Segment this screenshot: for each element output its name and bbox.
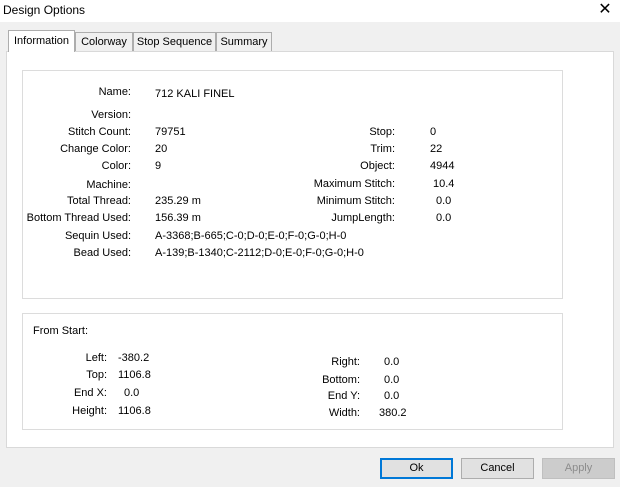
end-x-label: End X: bbox=[73, 387, 107, 399]
window-title: Design Options bbox=[3, 3, 86, 17]
top-value: 1106.8 bbox=[118, 369, 151, 381]
right-label: Right: bbox=[331, 356, 360, 368]
bottom-thread-value: 156.39 m bbox=[155, 212, 201, 224]
title-bar: Design Options ✕ bbox=[0, 0, 620, 22]
tab-colorway[interactable]: Colorway bbox=[75, 32, 133, 51]
bottom-thread-label: Bottom Thread Used: bbox=[26, 212, 131, 224]
color-label: Color: bbox=[101, 160, 131, 172]
object-value: 4944 bbox=[430, 160, 455, 172]
end-y-value: 0.0 bbox=[384, 390, 400, 402]
bead-used-label: Bead Used: bbox=[73, 247, 131, 259]
stitch-count-label: Stitch Count: bbox=[68, 126, 131, 138]
minimum-stitch-label: Minimum Stitch: bbox=[316, 195, 395, 207]
tab-summary[interactable]: Summary bbox=[216, 32, 272, 51]
design-info-group: Name: 712 KALI FINEL Version: Stitch Cou… bbox=[22, 70, 563, 299]
jump-length-label: JumpLength: bbox=[331, 212, 395, 224]
stop-value: 0 bbox=[430, 126, 437, 138]
version-label: Version: bbox=[91, 109, 131, 121]
sequin-used-value: A-3368;B-665;C-0;D-0;E-0;F-0;G-0;H-0 bbox=[155, 230, 347, 242]
bead-used-value: A-139;B-1340;C-2112;D-0;E-0;F-0;G-0;H-0 bbox=[155, 247, 364, 259]
height-value: 1106.8 bbox=[118, 405, 151, 417]
from-start-group: From Start: Left: -380.2 Top: 1106.8 End… bbox=[22, 313, 563, 430]
tab-panel-information: Name: 712 KALI FINEL Version: Stitch Cou… bbox=[6, 51, 614, 448]
object-label: Object: bbox=[360, 160, 395, 172]
maximum-stitch-value: 10.4 bbox=[433, 178, 455, 190]
stitch-count-value: 79751 bbox=[155, 126, 186, 138]
ok-button[interactable]: Ok bbox=[380, 458, 453, 479]
close-icon[interactable]: ✕ bbox=[598, 1, 612, 19]
name-value: 712 KALI FINEL bbox=[155, 88, 235, 100]
cancel-button[interactable]: Cancel bbox=[461, 458, 534, 479]
change-color-value: 20 bbox=[155, 143, 168, 155]
total-thread-value: 235.29 m bbox=[155, 195, 201, 207]
left-value: -380.2 bbox=[118, 352, 150, 364]
change-color-label: Change Color: bbox=[60, 143, 131, 155]
width-value: 380.2 bbox=[379, 407, 407, 419]
tab-stop-sequence[interactable]: Stop Sequence bbox=[133, 32, 216, 51]
machine-label: Machine: bbox=[86, 179, 131, 191]
color-value: 9 bbox=[155, 160, 162, 172]
top-label: Top: bbox=[86, 369, 107, 381]
trim-label: Trim: bbox=[370, 143, 395, 155]
height-label: Height: bbox=[72, 405, 107, 417]
left-label: Left: bbox=[85, 352, 107, 364]
name-label: Name: bbox=[98, 86, 131, 98]
apply-button[interactable]: Apply bbox=[542, 458, 615, 479]
sequin-used-label: Sequin Used: bbox=[64, 230, 131, 242]
from-start-heading: From Start: bbox=[33, 325, 89, 337]
minimum-stitch-value: 0.0 bbox=[436, 195, 452, 207]
end-x-value: 0.0 bbox=[124, 387, 140, 399]
tab-information[interactable]: Information bbox=[8, 30, 75, 52]
maximum-stitch-label: Maximum Stitch: bbox=[313, 178, 395, 190]
end-y-label: End Y: bbox=[327, 390, 360, 402]
right-value: 0.0 bbox=[384, 356, 400, 368]
total-thread-label: Total Thread: bbox=[66, 195, 131, 207]
bottom-label: Bottom: bbox=[322, 374, 360, 386]
bottom-value: 0.0 bbox=[384, 374, 400, 386]
stop-label: Stop: bbox=[369, 126, 395, 138]
jump-length-value: 0.0 bbox=[436, 212, 452, 224]
trim-value: 22 bbox=[430, 143, 443, 155]
width-label: Width: bbox=[328, 407, 360, 419]
